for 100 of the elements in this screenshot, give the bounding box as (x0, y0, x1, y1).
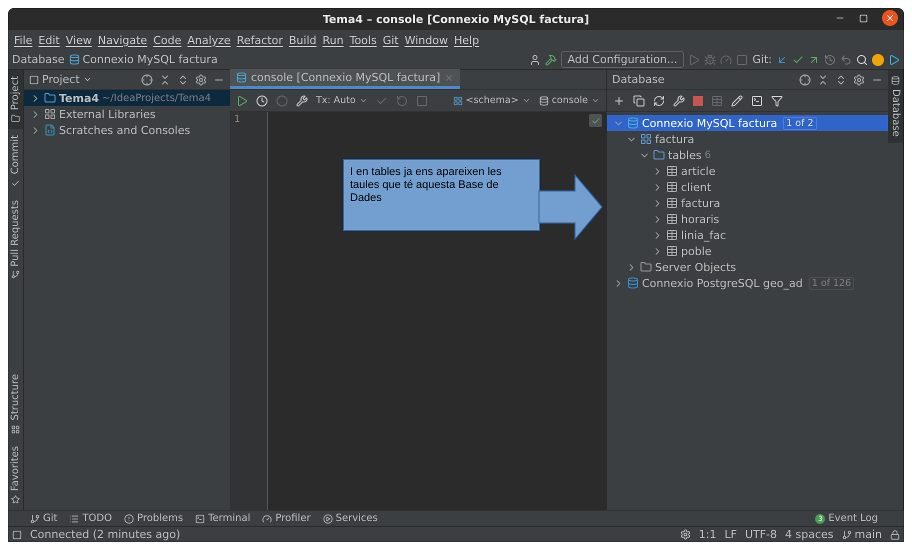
side-tab[interactable]: Database (888, 70, 903, 143)
add-icon[interactable] (613, 94, 625, 106)
tree-item[interactable]: client (607, 179, 888, 195)
library-icon (44, 108, 56, 120)
status-item[interactable]: UTF-8 (744, 528, 778, 541)
node-label: Connexio PostgreSQL geo_ad (642, 276, 803, 290)
stop-button[interactable] (693, 96, 703, 106)
maximize-icon[interactable] (859, 14, 868, 22)
tool-window-tab[interactable]: Profiler (275, 513, 311, 524)
node-label: factura (681, 196, 720, 210)
wrench-icon[interactable] (673, 94, 685, 106)
crosshair-icon[interactable] (141, 74, 153, 86)
tree-item[interactable]: Tema4 ~/IdeaProjects/Tema4 (24, 90, 230, 106)
expand-icon[interactable] (177, 74, 189, 86)
menu-item[interactable]: File (11, 34, 36, 46)
plugin-icon[interactable] (888, 54, 900, 66)
gear-icon (680, 529, 691, 540)
status-item[interactable]: LF (724, 528, 737, 541)
menu-item[interactable]: Navigate (94, 34, 150, 46)
branch-icon (30, 514, 40, 524)
update-button[interactable] (872, 54, 884, 66)
line-number: 1 (234, 114, 242, 125)
table-icon (666, 213, 678, 225)
side-tab[interactable]: Pull Requests (8, 194, 23, 286)
node-label: article (681, 164, 716, 178)
undo-icon[interactable] (840, 54, 852, 66)
editor-tab[interactable]: console [Connexio MySQL factura] (230, 69, 460, 89)
tree-item[interactable]: tables 6 (607, 147, 888, 163)
node-label: External Libraries (59, 108, 156, 120)
tool-window-tab[interactable]: Git (43, 513, 58, 524)
tree-item[interactable]: factura (607, 131, 888, 147)
menu-item[interactable]: Build (286, 34, 320, 46)
tree-item[interactable]: Scratches and Consoles (24, 122, 230, 138)
callout-note: I en tables ja ens apareixen les taules que té aquesta Base de Dades (343, 159, 540, 231)
tree-item[interactable]: External Libraries (24, 106, 230, 122)
run-icon[interactable] (236, 94, 248, 106)
schema-dropdown[interactable]: <schema> (466, 95, 519, 106)
tree-item[interactable]: factura (607, 195, 888, 211)
settings-icon[interactable] (853, 74, 865, 86)
menu-item[interactable]: Analyze (184, 34, 234, 46)
arrow-shape (538, 174, 603, 240)
side-tab[interactable]: Favorites (8, 440, 23, 510)
side-tab[interactable]: Commit (8, 129, 23, 194)
filter-icon[interactable] (771, 94, 783, 106)
tree-item[interactable]: article (607, 163, 888, 179)
close-button[interactable] (882, 10, 898, 26)
hammer-icon[interactable] (544, 54, 556, 66)
breadcrumb-item[interactable]: Connexio MySQL factura (82, 53, 218, 66)
menu-item[interactable]: Help (450, 34, 482, 46)
table-icon (666, 245, 678, 257)
tree-item[interactable]: Server Objects (607, 259, 888, 275)
edit-icon[interactable] (731, 94, 743, 106)
folder-icon (11, 114, 20, 124)
branch-widget[interactable]: main (854, 528, 882, 541)
tree-item[interactable]: Connexio MySQL factura 1 of 2 (607, 115, 888, 131)
menu-item[interactable]: Window (402, 34, 451, 46)
tree-item[interactable]: horaris (607, 211, 888, 227)
menu-item[interactable]: Run (320, 34, 347, 46)
tree-item[interactable]: linia_fac (607, 227, 888, 243)
tree-item[interactable]: Connexio PostgreSQL geo_ad 1 of 126 (607, 275, 888, 291)
star-icon (11, 495, 20, 504)
collapse-icon[interactable] (817, 74, 829, 86)
collapse-icon[interactable] (159, 74, 171, 86)
menu-item[interactable]: View (62, 34, 95, 46)
console-icon[interactable] (751, 94, 763, 106)
add-configuration-button[interactable]: Add Configuration... (560, 51, 684, 68)
node-label: Connexio MySQL factura (642, 116, 778, 130)
tool-window-tab[interactable]: Problems (137, 513, 184, 524)
caret-icon (358, 96, 368, 105)
check-icon[interactable] (792, 54, 804, 66)
panel-title[interactable]: Project (42, 73, 80, 86)
crosshair-icon[interactable] (799, 74, 811, 86)
menu-item[interactable]: Tools (346, 34, 380, 46)
menu-item[interactable]: Edit (35, 34, 63, 46)
menu-item[interactable]: Code (150, 34, 184, 46)
copy-icon[interactable] (633, 94, 645, 106)
refresh-icon[interactable] (653, 94, 665, 106)
session-dropdown[interactable]: console (552, 95, 588, 106)
tool-window-tab[interactable]: Services (336, 513, 378, 524)
transaction-dropdown[interactable]: Tx: Auto (316, 95, 356, 106)
history-icon[interactable] (824, 54, 836, 66)
event-log-tab[interactable]: Event Log (828, 513, 878, 524)
search-icon[interactable] (856, 54, 868, 66)
status-item[interactable]: 4 spaces (785, 528, 834, 541)
tool-window-tab[interactable]: Terminal (208, 513, 250, 524)
settings-icon[interactable] (195, 74, 207, 86)
breadcrumb-item[interactable]: Database (12, 53, 64, 66)
wrench-icon[interactable] (296, 94, 308, 106)
user-icon[interactable] (528, 54, 540, 66)
side-tab[interactable]: Project (8, 70, 23, 130)
table-icon (666, 229, 678, 241)
tool-window-tab[interactable]: TODO (82, 513, 112, 524)
status-item[interactable]: 1:1 (698, 528, 716, 541)
menu-item[interactable]: Refactor (234, 34, 286, 46)
tree-item[interactable]: poble (607, 243, 888, 259)
clock-icon[interactable] (256, 94, 268, 106)
check-icon[interactable] (376, 94, 388, 106)
menu-item[interactable]: Git (380, 34, 402, 46)
side-tab[interactable]: Structure (8, 368, 23, 440)
expand-icon[interactable] (835, 74, 847, 86)
